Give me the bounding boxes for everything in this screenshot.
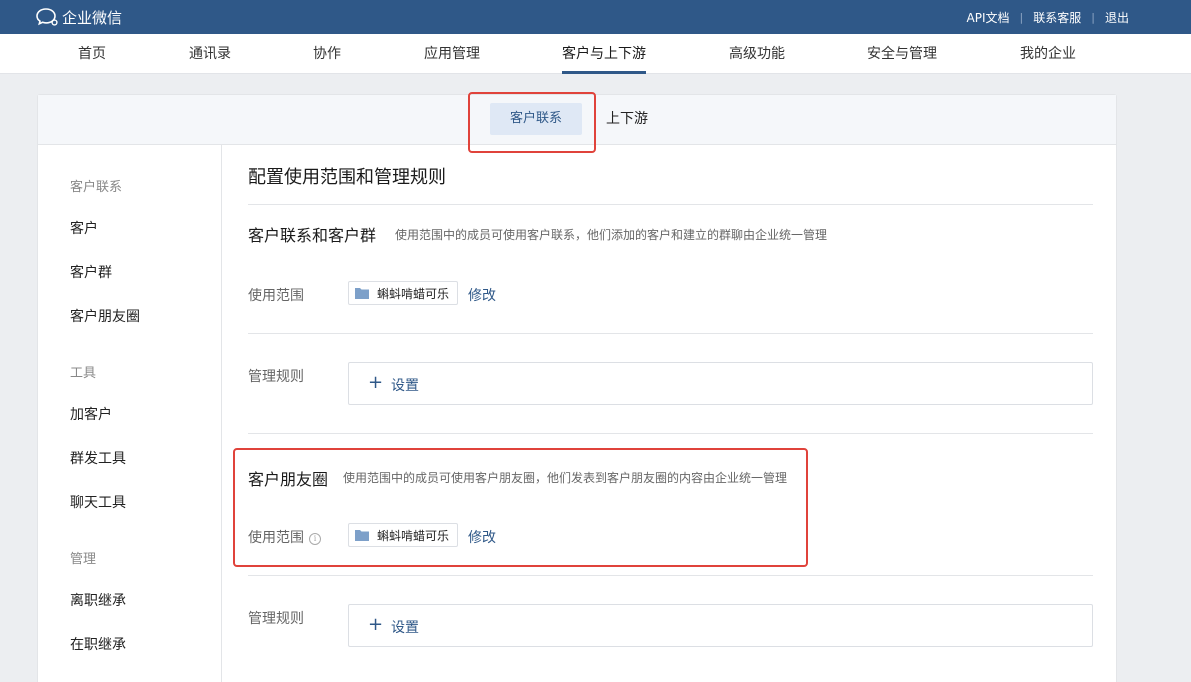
sidebar-item-active-transfer[interactable]: 在职继承 xyxy=(70,634,126,654)
scope-tag[interactable]: 蝌蚪啃蜡可乐 xyxy=(348,281,459,305)
scope-value: 蝌蚪啃蜡可乐 xyxy=(377,528,450,543)
folder-icon xyxy=(355,288,369,299)
sub-tabs: 客户联系 上下游 xyxy=(38,95,1116,145)
set-rule-label: 设置 xyxy=(391,620,419,636)
top-links: API文档 | 联系客服 | 退出 xyxy=(967,9,1129,26)
plus-icon: + xyxy=(368,372,384,393)
nav-contacts[interactable]: 通讯录 xyxy=(189,34,231,74)
scope-tag[interactable]: 蝌蚪啃蜡可乐 xyxy=(348,523,459,547)
api-docs-link[interactable]: API文档 xyxy=(967,9,1010,26)
nav-collaboration[interactable]: 协作 xyxy=(313,34,341,74)
edit-scope-link[interactable]: 修改 xyxy=(468,527,496,547)
folder-icon xyxy=(355,530,369,541)
sidebar-group-customer-contact: 客户联系 xyxy=(70,180,123,195)
divider xyxy=(248,433,1093,434)
sidebar-group-tools: 工具 xyxy=(70,366,97,381)
sidebar-item-resigned-transfer[interactable]: 离职继承 xyxy=(70,590,126,610)
contact-support-link[interactable]: 联系客服 xyxy=(1033,9,1081,26)
tab-customer-contact[interactable]: 客户联系 xyxy=(490,103,582,135)
nav-customers-upstream[interactable]: 客户与上下游 xyxy=(562,34,646,74)
sidebar-item-add-customer[interactable]: 加客户 xyxy=(70,404,112,424)
sidebar-item-customers[interactable]: 客户 xyxy=(70,218,98,238)
plus-icon: + xyxy=(368,614,384,635)
rule-label: 管理规则 xyxy=(248,611,304,627)
section-contact-title: 客户联系和客户群 xyxy=(248,226,377,245)
set-rule-button[interactable]: + 设置 xyxy=(348,604,1093,647)
sidebar-item-mass-send[interactable]: 群发工具 xyxy=(70,448,126,468)
nav-my-enterprise[interactable]: 我的企业 xyxy=(1020,34,1076,74)
set-rule-button[interactable]: + 设置 xyxy=(348,362,1093,405)
nav-security[interactable]: 安全与管理 xyxy=(867,34,937,74)
nav-advanced[interactable]: 高级功能 xyxy=(729,34,785,74)
divider xyxy=(248,333,1093,334)
sidebar-group-management: 管理 xyxy=(70,552,97,567)
brand-name: 企业微信 xyxy=(62,8,123,27)
section-moments-title: 客户朋友圈 xyxy=(248,470,329,489)
tab-upstream[interactable]: 上下游 xyxy=(606,103,648,135)
divider: | xyxy=(1091,11,1095,24)
section-contact-desc: 使用范围中的成员可使用客户联系，他们添加的客户和建立的群聊由企业统一管理 xyxy=(395,228,828,242)
divider xyxy=(248,204,1093,205)
settings-card: 客户联系 上下游 客户联系 客户 客户群 客户朋友圈 工具 加客户 群发工具 聊… xyxy=(37,94,1117,682)
divider xyxy=(248,575,1093,576)
scope-value: 蝌蚪啃蜡可乐 xyxy=(377,286,450,301)
scope-label: 使用范围 xyxy=(248,288,304,304)
brand-logo[interactable]: 企业微信 xyxy=(36,7,122,27)
scope-label-row: 使用范围 i xyxy=(248,527,321,547)
chat-bubble-logo-icon xyxy=(36,8,58,26)
top-bar: 企业微信 API文档 | 联系客服 | 退出 xyxy=(0,0,1191,34)
sidebar-item-customer-groups[interactable]: 客户群 xyxy=(70,262,112,282)
logout-link[interactable]: 退出 xyxy=(1105,9,1129,26)
sidebar: 客户联系 客户 客户群 客户朋友圈 工具 加客户 群发工具 聊天工具 管理 离职… xyxy=(38,145,222,682)
scope-label: 使用范围 xyxy=(248,530,304,546)
info-icon[interactable]: i xyxy=(309,533,321,545)
divider: | xyxy=(1019,11,1024,24)
section-moments-desc: 使用范围中的成员可使用客户朋友圈，他们发表到客户朋友圈的内容由企业统一管理 xyxy=(343,471,788,485)
nav-app-management[interactable]: 应用管理 xyxy=(424,34,480,74)
main-nav: 首页 通讯录 协作 应用管理 客户与上下游 高级功能 安全与管理 我的企业 xyxy=(0,34,1191,74)
page-title: 配置使用范围和管理规则 xyxy=(248,167,446,188)
edit-scope-link[interactable]: 修改 xyxy=(468,285,496,305)
nav-home[interactable]: 首页 xyxy=(78,34,106,74)
set-rule-label: 设置 xyxy=(391,378,419,394)
sidebar-item-partial[interactable] xyxy=(70,678,160,682)
rule-label: 管理规则 xyxy=(248,369,304,385)
sidebar-item-chat-tools[interactable]: 聊天工具 xyxy=(70,492,126,512)
sidebar-item-moments[interactable]: 客户朋友圈 xyxy=(70,306,140,326)
